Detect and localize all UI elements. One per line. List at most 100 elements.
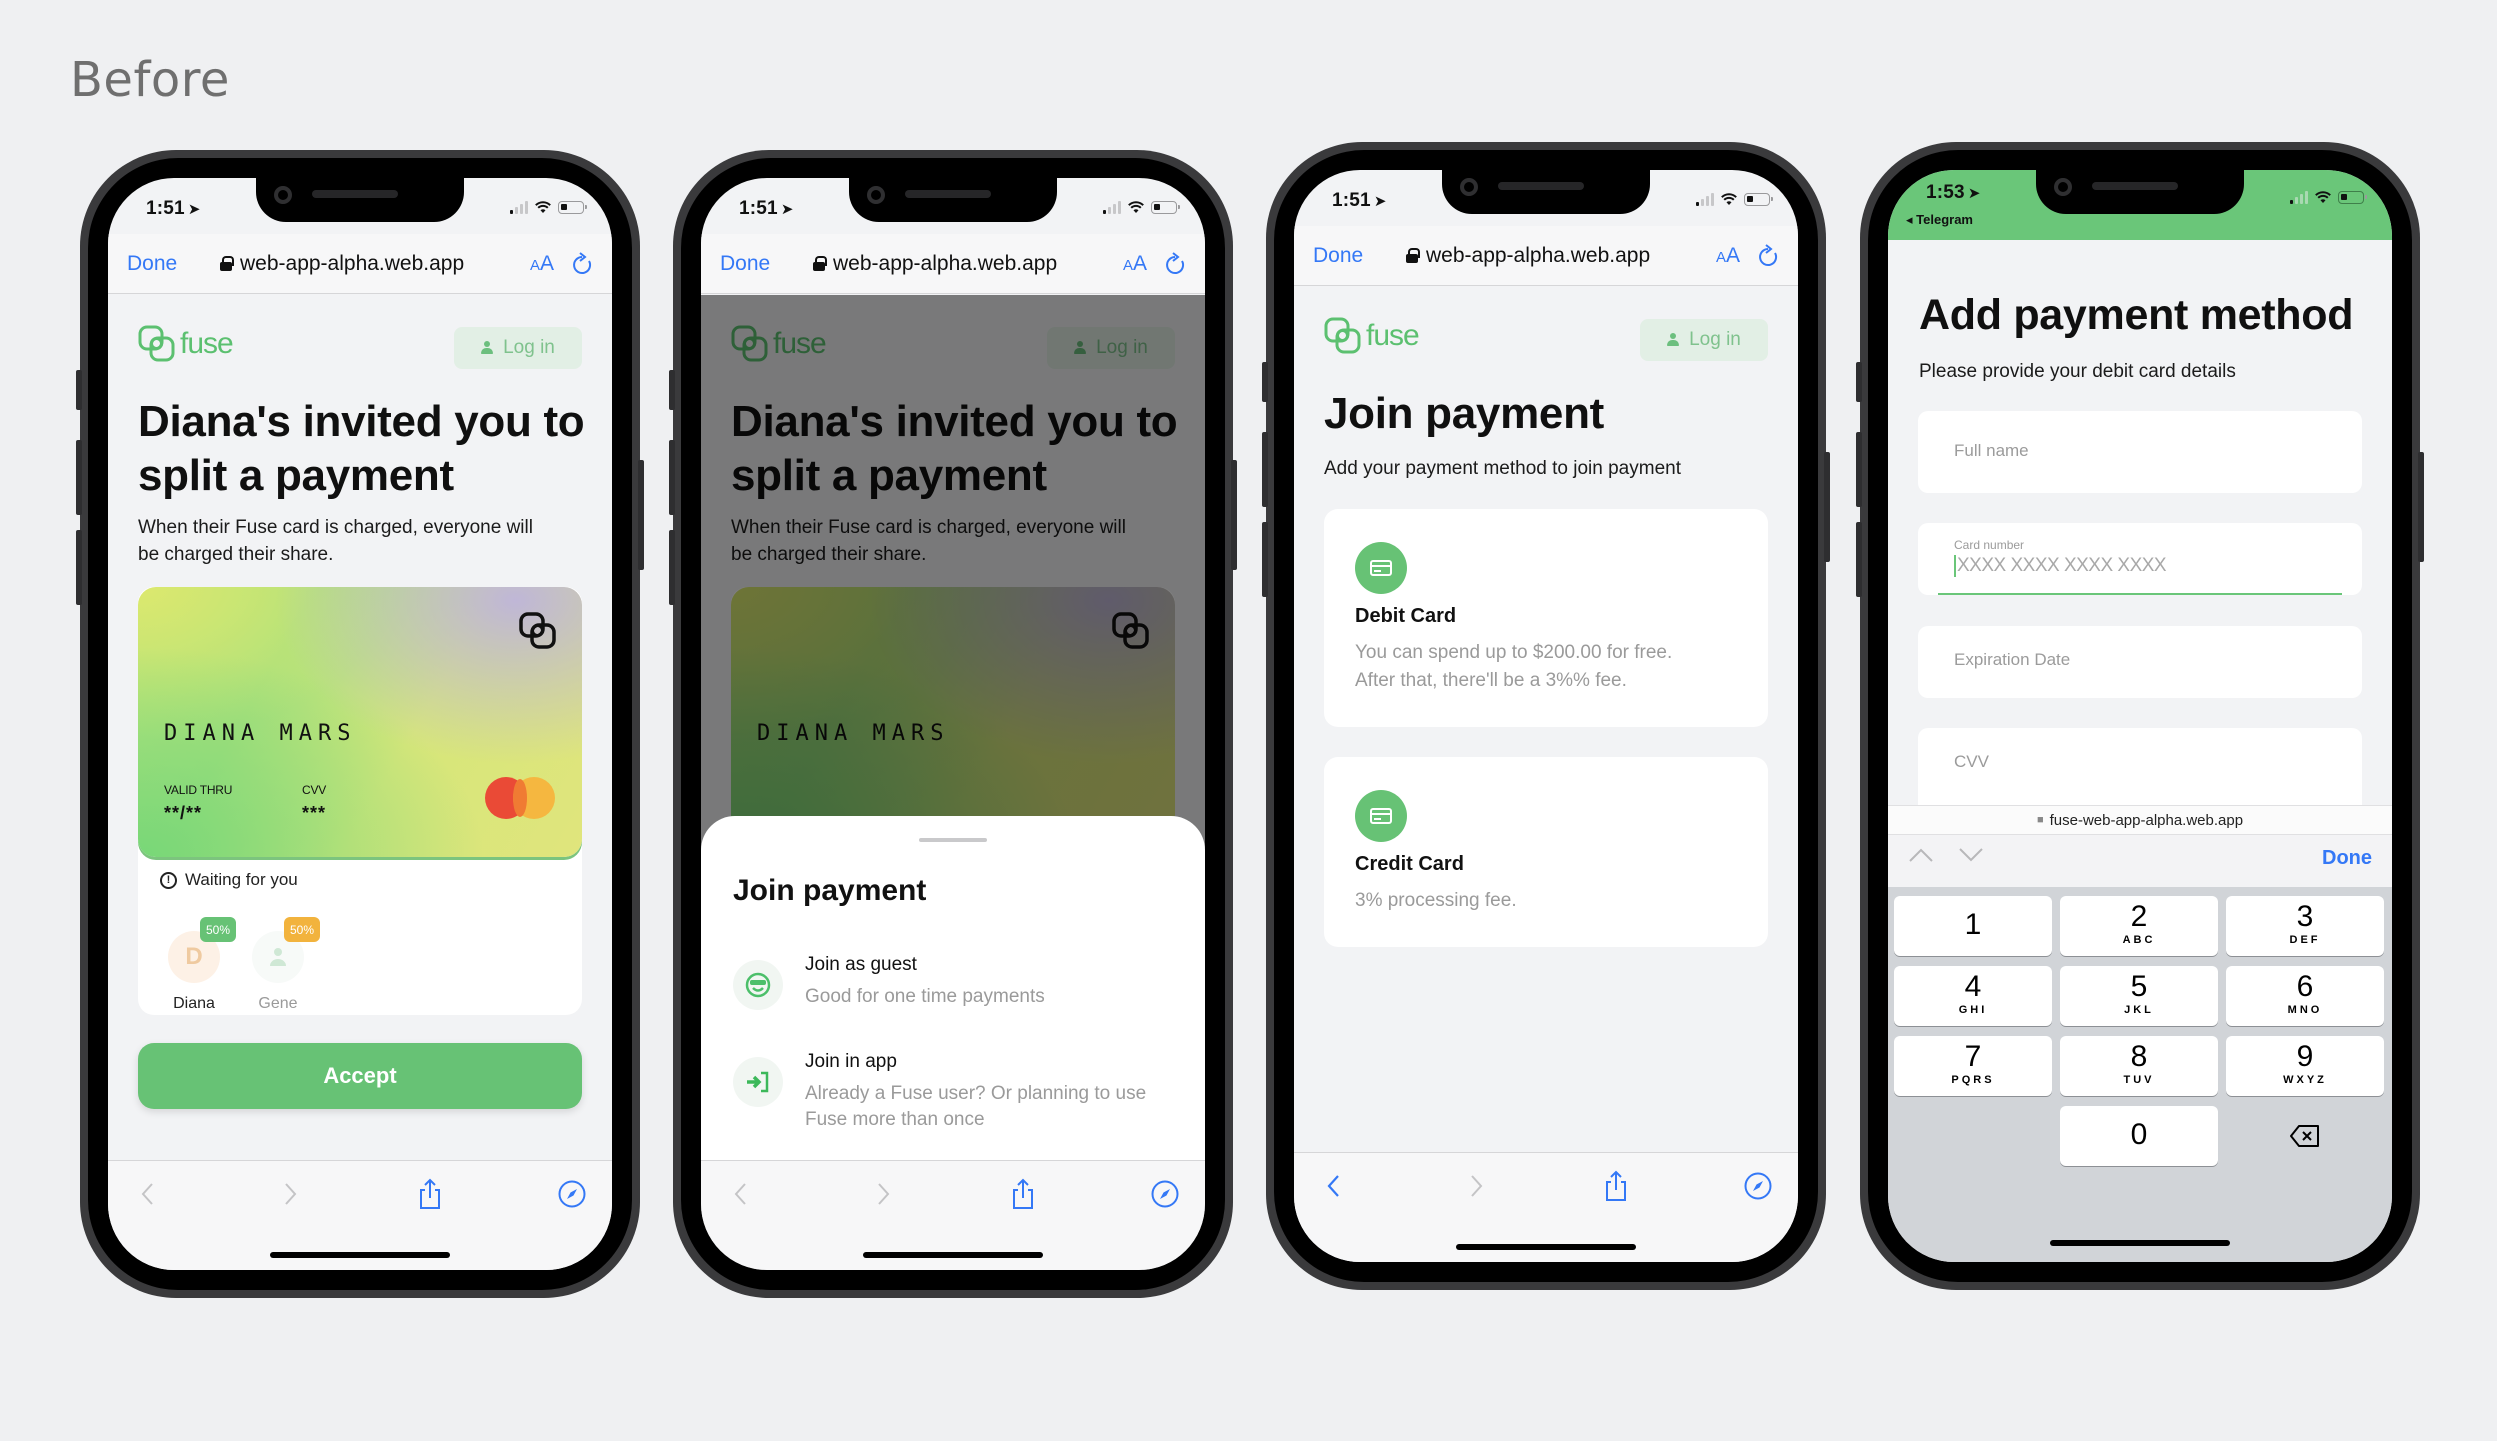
location-arrow-icon: ➤ xyxy=(780,201,794,218)
card-number-field[interactable]: Card number XXXX XXXX XXXX XXXX xyxy=(1918,523,2362,595)
login-button[interactable]: Log in xyxy=(454,327,582,369)
sheet-grabber[interactable] xyxy=(919,838,987,842)
back-icon[interactable] xyxy=(132,1179,162,1209)
previous-field-icon[interactable] xyxy=(1908,847,1934,868)
share-icon[interactable] xyxy=(1601,1170,1631,1201)
back-icon[interactable] xyxy=(725,1179,755,1209)
share-icon[interactable] xyxy=(1008,1178,1038,1209)
reader-text-size-button[interactable]: AA xyxy=(1716,244,1740,268)
key-5[interactable]: 5 JKL xyxy=(2060,966,2218,1026)
key-3[interactable]: 3 DEF xyxy=(2226,896,2384,956)
done-button[interactable]: Done xyxy=(720,252,770,276)
location-arrow-icon: ➤ xyxy=(187,201,201,218)
forward-icon[interactable] xyxy=(869,1179,899,1209)
reload-icon[interactable] xyxy=(1758,244,1780,273)
full-name-field[interactable]: Full name xyxy=(1918,411,2362,493)
phone-add-payment-method: 1:53 ➤ ◂ Telegram Add payment method Plea… xyxy=(1856,142,2424,1290)
status-time: 1:51 ➤ xyxy=(739,198,794,219)
sheet-title: Join payment xyxy=(733,874,927,907)
screen: 1:53 ➤ ◂ Telegram Add payment method Plea… xyxy=(1888,170,2392,1262)
valid-thru-label: VALID THRU xyxy=(164,783,233,797)
reload-icon[interactable] xyxy=(1165,252,1187,281)
accept-button[interactable]: Accept xyxy=(138,1043,582,1109)
compass-icon[interactable] xyxy=(557,1179,587,1209)
url-field[interactable]: web-app-alpha.web.app xyxy=(1406,244,1650,268)
invite-title: Diana's invited you tosplit a payment xyxy=(138,397,585,500)
join-as-guest-option[interactable]: Join as guest Good for one time payments xyxy=(733,954,1173,1054)
done-button[interactable]: Done xyxy=(1313,244,1363,268)
forward-icon[interactable] xyxy=(1462,1171,1492,1201)
status-icons xyxy=(1696,192,1773,206)
numeric-keypad: 1 2 ABC 3 DEF 4 GHI 5 JKL 6 MNO 7 PQRS 8 TUV 9 WXYZ 0 xyxy=(1888,887,2392,1262)
join-in-app-option[interactable]: Join in app Already a Fuse user? Or plan… xyxy=(733,1051,1173,1151)
side-button xyxy=(1856,522,1862,597)
member-name: Gene xyxy=(258,995,298,1012)
reload-icon[interactable] xyxy=(572,252,594,281)
join-payment-sheet: Join payment Join as guest Good for one … xyxy=(701,816,1205,1160)
expiration-date-field[interactable]: Expiration Date xyxy=(1918,626,2362,698)
reader-text-size-button[interactable]: AA xyxy=(1123,252,1147,276)
alert-circle-icon: ! xyxy=(160,871,177,889)
key-9[interactable]: 9 WXYZ xyxy=(2226,1036,2384,1096)
page-title: Add payment method xyxy=(1919,291,2354,339)
battery-icon xyxy=(558,200,587,214)
signal-icon xyxy=(1103,200,1121,214)
key-letters: ABC xyxy=(2122,934,2156,946)
status-icons xyxy=(2290,190,2367,204)
sunglasses-smiley-icon xyxy=(733,960,783,1010)
key-letters: JKL xyxy=(2124,1004,2154,1016)
side-button xyxy=(1262,432,1268,507)
backspace-key[interactable] xyxy=(2226,1106,2384,1166)
home-indicator xyxy=(863,1252,1043,1258)
url-field[interactable]: web-app-alpha.web.app xyxy=(220,252,464,276)
phone-join-sheet: 1:51➤ Done web-app-alpha.web.app AA fuse… xyxy=(669,150,1237,1298)
waiting-status: ! Waiting for you xyxy=(160,870,298,890)
reader-text-size-button[interactable]: AA xyxy=(530,252,554,276)
key-digit: 3 xyxy=(2296,900,2314,933)
back-icon[interactable] xyxy=(1318,1171,1348,1201)
done-button[interactable]: Done xyxy=(127,252,177,276)
fuse-logo: fuse xyxy=(138,325,234,363)
side-button xyxy=(2418,452,2424,562)
key-6[interactable]: 6 MNO xyxy=(2226,966,2384,1026)
page-heading: Before xyxy=(70,52,230,108)
card-holder-name: DIANA MARS xyxy=(164,721,357,746)
key-digit: 7 xyxy=(1964,1040,1982,1073)
keyboard-accessory-bar: Done xyxy=(1888,835,2392,887)
safari-url-bar: Done web-app-alpha.web.app AA xyxy=(1294,226,1798,286)
key-1[interactable]: 1 xyxy=(1894,896,2052,956)
key-letters: MNO xyxy=(2287,1004,2323,1016)
key-2[interactable]: 2 ABC xyxy=(2060,896,2218,956)
share-icon[interactable] xyxy=(415,1178,445,1209)
compass-icon[interactable] xyxy=(1743,1171,1773,1201)
home-indicator xyxy=(270,1252,450,1258)
key-8[interactable]: 8 TUV xyxy=(2060,1036,2218,1096)
side-button xyxy=(669,440,675,515)
screen: 1:51➤ Done web-app-alpha.web.app AA fuse… xyxy=(108,178,612,1270)
next-field-icon[interactable] xyxy=(1958,847,1984,868)
key-4[interactable]: 4 GHI xyxy=(1894,966,2052,1026)
back-to-telegram-link[interactable]: ◂ Telegram xyxy=(1906,212,1973,228)
fuse-logo: fuse xyxy=(1324,317,1420,355)
backspace-icon xyxy=(2290,1125,2319,1147)
key-0[interactable]: 0 xyxy=(2060,1106,2218,1166)
notch xyxy=(849,178,1057,222)
page-content: fuse Log in Diana's invited you tosplit … xyxy=(108,295,612,1160)
keyboard-done-button[interactable]: Done xyxy=(2322,847,2372,870)
screen: 1:51➤ Done web-app-alpha.web.app AA fuse… xyxy=(1294,170,1798,1262)
key-7[interactable]: 7 PQRS xyxy=(1894,1036,2052,1096)
credit-card-option[interactable]: Credit Card 3% processing fee. xyxy=(1324,757,1768,947)
forward-icon[interactable] xyxy=(276,1179,306,1209)
compass-icon[interactable] xyxy=(1150,1179,1180,1209)
wifi-icon xyxy=(534,200,552,214)
key-digit: 5 xyxy=(2130,970,2148,1003)
fuse-mark-icon xyxy=(519,612,556,649)
notch xyxy=(2036,170,2244,214)
side-button xyxy=(1824,452,1830,562)
url-field[interactable]: web-app-alpha.web.app xyxy=(813,252,1057,276)
person-icon xyxy=(481,341,494,355)
side-button xyxy=(1856,432,1862,507)
login-button[interactable]: Log in xyxy=(1640,319,1768,361)
page-content: fuse Log in Join payment Add your paymen… xyxy=(1294,287,1798,1152)
debit-card-option[interactable]: Debit Card You can spend up to $200.00 f… xyxy=(1324,509,1768,727)
